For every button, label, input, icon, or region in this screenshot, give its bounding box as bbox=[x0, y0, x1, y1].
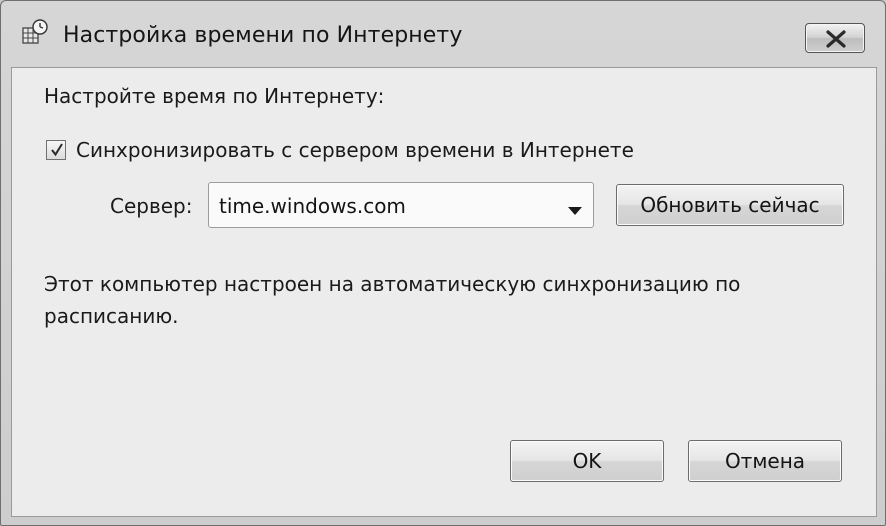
heading-text: Настройте время по Интернету: bbox=[44, 84, 385, 108]
dialog-window: Настройка времени по Интернету Настройте… bbox=[0, 0, 886, 526]
sync-checkbox-label[interactable]: Синхронизировать с сервером времени в Ин… bbox=[76, 138, 634, 162]
info-text: Этот компьютер настроен на автоматическу… bbox=[44, 272, 741, 328]
window-title: Настройка времени по Интернету bbox=[63, 23, 463, 48]
update-now-button[interactable]: Обновить сейчас bbox=[616, 184, 844, 226]
close-button[interactable] bbox=[805, 23, 865, 53]
server-combobox[interactable]: time.windows.com bbox=[208, 182, 594, 228]
server-label: Сервер: bbox=[110, 194, 193, 218]
sync-checkbox[interactable] bbox=[46, 140, 66, 160]
close-icon bbox=[826, 30, 846, 48]
chevron-down-icon[interactable] bbox=[567, 201, 583, 220]
checkmark-icon bbox=[51, 143, 63, 157]
ok-button[interactable]: OK bbox=[510, 440, 664, 482]
calendar-clock-icon bbox=[21, 19, 49, 47]
server-value[interactable]: time.windows.com bbox=[219, 194, 406, 218]
cancel-button[interactable]: Отмена bbox=[688, 440, 842, 482]
title-bar[interactable]: Настройка времени по Интернету bbox=[1, 1, 885, 67]
dialog-body: Настройте время по Интернету: Синхронизи… bbox=[11, 67, 877, 517]
